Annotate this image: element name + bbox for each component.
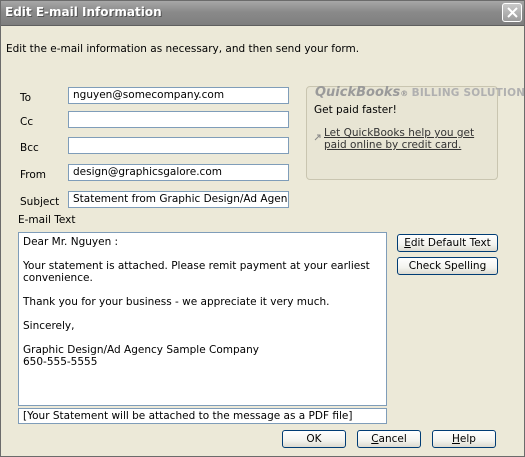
bcc-label: Bcc [20,142,39,154]
cancel-button[interactable]: Cancel [357,430,421,448]
title-bar[interactable]: Edit E-mail Information [1,1,524,26]
email-text-line: Dear Mr. Nguyen : [23,236,119,248]
attachment-note: [Your Statement will be attached to the … [18,408,387,424]
dialog-title: Edit E-mail Information [5,5,162,19]
email-text-line: convenience. [23,272,93,284]
subject-label: Subject [20,196,60,208]
email-text-line: Thank you for your business - we appreci… [23,296,330,308]
email-text-area[interactable]: Dear Mr. Nguyen : Your statement is attac… [18,232,387,406]
email-text-line [23,332,382,344]
to-field[interactable]: nguyen@somecompany.com [68,87,289,104]
email-text-line [23,248,382,260]
close-icon [507,7,518,18]
from-label: From [20,169,47,181]
email-text-line: 650-555-5555 [23,356,98,368]
quickbooks-tagline: Get paid faster! [314,104,397,116]
email-text-line: Your statement is attached. Please remit… [23,260,370,272]
close-button[interactable] [502,3,522,22]
email-text-line: Sincerely, [23,320,75,332]
bcc-field[interactable] [68,137,289,154]
instructions-text: Edit the e-mail information as necessary… [6,43,360,55]
email-text-line [23,308,382,320]
help-button[interactable]: Help [432,430,496,448]
subject-field[interactable]: Statement from Graphic Design/Ad Agency … [68,191,289,208]
check-spelling-button[interactable]: Check Spelling [397,257,498,275]
edit-default-text-button[interactable]: Edit Default Text [397,234,498,252]
quickbooks-promo-panel: QuickBooks® BILLING SOLUTIONS Get paid f… [306,85,525,180]
email-text-line: Graphic Design/Ad Agency Sample Company [23,344,259,356]
ok-button[interactable]: OK [282,430,346,448]
cc-field[interactable] [68,111,289,128]
link-arrow-icon [314,134,321,141]
quickbooks-credit-card-link[interactable]: Let QuickBooks help you get paid online … [324,127,484,151]
cc-label: Cc [20,116,34,128]
email-text-line [23,284,382,296]
to-label: To [20,92,32,104]
quickbooks-billing-logo: QuickBooks® BILLING SOLUTIONS [315,85,525,100]
from-field[interactable]: design@graphicsgalore.com [68,164,289,181]
edit-email-dialog: Edit E-mail Information Edit the e-mail … [0,0,525,457]
email-text-label: E-mail Text [18,214,76,226]
